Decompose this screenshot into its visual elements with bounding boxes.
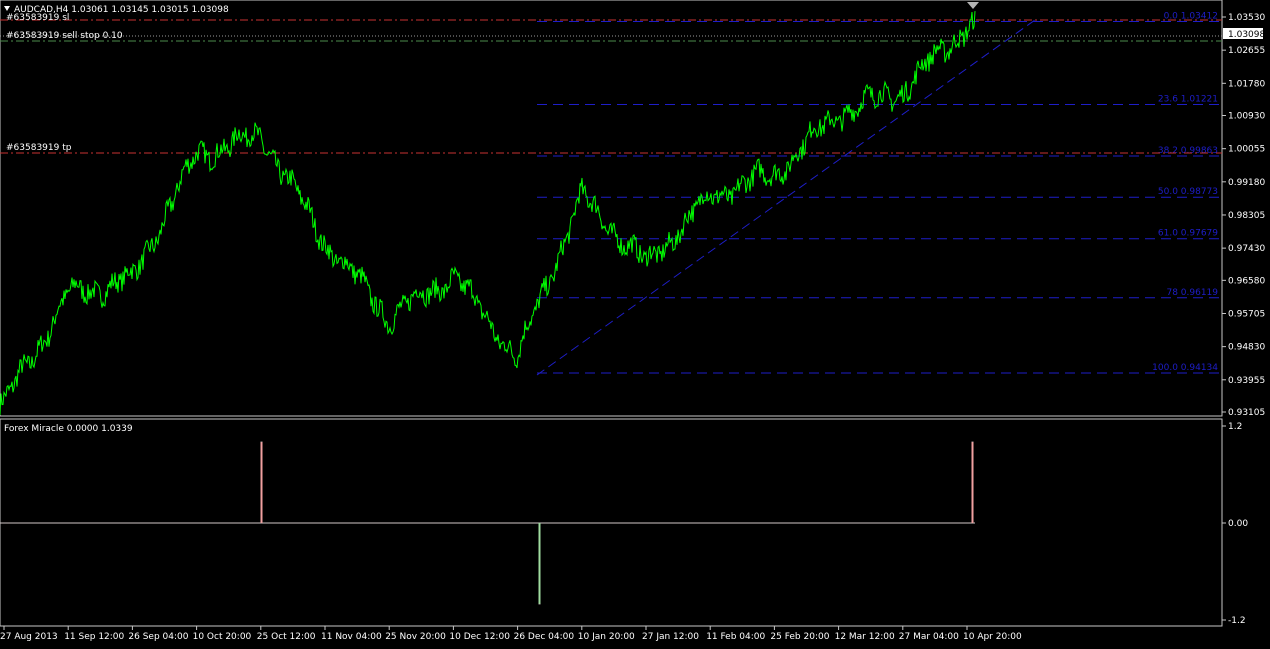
time-tick-label: 10 Oct 20:00	[193, 632, 252, 642]
price-tick-label: 1.02655	[1228, 46, 1265, 56]
current-price-label: 1.03098	[1228, 30, 1265, 40]
chart-stage: 0.0 1.0341223.6 1.0122138.2 0.9986350.0 …	[0, 0, 1265, 642]
indicator-tick-label: 1.2	[1228, 422, 1242, 432]
time-tick-label: 10 Apr 20:00	[963, 632, 1022, 642]
time-tick-label: 25 Oct 12:00	[257, 632, 316, 642]
price-scale[interactable]: 1.03530 1.02655 1.01780 1.00930 1.00055 0.991…	[1222, 13, 1265, 418]
time-tick-label: 27 Mar 04:00	[899, 632, 959, 642]
fib-level-label: 100.0 0.94134	[1152, 363, 1218, 373]
order-sl-label: #63583919 sl	[6, 13, 69, 23]
indicator-tick-label: 0.00	[1228, 519, 1248, 529]
price-tick-label: 0.93955	[1228, 376, 1265, 386]
time-axis[interactable]: 27 Aug 2013 11 Sep 12:00 26 Sep 04:00 10 Oc…	[0, 626, 1022, 642]
time-tick-label: 11 Feb 04:00	[706, 632, 765, 642]
fib-level-label: 23.6 1.01221	[1158, 94, 1218, 104]
time-tick-label: 11 Nov 04:00	[321, 632, 382, 642]
current-price-tag: 1.03098	[1223, 28, 1265, 40]
price-tick-label: 1.01780	[1228, 79, 1265, 89]
time-tick-label: 12 Mar 12:00	[835, 632, 895, 642]
fib-level-label: 78 0.96119	[1166, 288, 1218, 298]
time-tick-label: 25 Nov 20:00	[385, 632, 446, 642]
order-sell-stop-label: #63583919 sell stop 0.10	[6, 31, 123, 41]
indicator-header: Forex Miracle 0.0000 1.0339	[4, 424, 133, 434]
indicator-scale: 1.2 0.00 -1.2	[1222, 422, 1248, 626]
price-tick-label: 0.94830	[1228, 343, 1265, 353]
price-tick-label: 0.98305	[1228, 211, 1265, 221]
price-tick-label: 0.97430	[1228, 244, 1265, 254]
price-tick-label: 0.95705	[1228, 309, 1265, 319]
price-tick-label: 0.99180	[1228, 178, 1265, 188]
time-tick-label: 10 Jan 20:00	[578, 632, 635, 642]
fib-level-label: 61.0 0.97679	[1158, 229, 1218, 239]
time-tick-label: 26 Sep 04:00	[128, 632, 188, 642]
time-tick-label: 26 Dec 04:00	[514, 632, 575, 642]
main-chart-area[interactable]	[0, 0, 1223, 417]
time-tick-label: 11 Sep 12:00	[64, 632, 124, 642]
order-tp-label: #63583919 tp	[6, 143, 72, 153]
time-tick-label: 10 Dec 12:00	[449, 632, 510, 642]
fib-level-label: 50.0 0.98773	[1158, 187, 1218, 197]
time-tick-label: 27 Aug 2013	[0, 632, 58, 642]
price-tick-label: 1.03530	[1228, 13, 1265, 23]
time-tick-label: 27 Jan 12:00	[642, 632, 699, 642]
indicator-tick-label: -1.2	[1228, 616, 1246, 626]
fib-level-label: 38.2 0.99863	[1158, 146, 1218, 156]
price-tick-label: 0.96580	[1228, 276, 1265, 286]
price-tick-label: 0.93105	[1228, 408, 1265, 418]
price-tick-label: 1.00055	[1228, 145, 1265, 155]
price-tick-label: 1.00930	[1228, 112, 1265, 122]
time-tick-label: 25 Feb 20:00	[770, 632, 829, 642]
